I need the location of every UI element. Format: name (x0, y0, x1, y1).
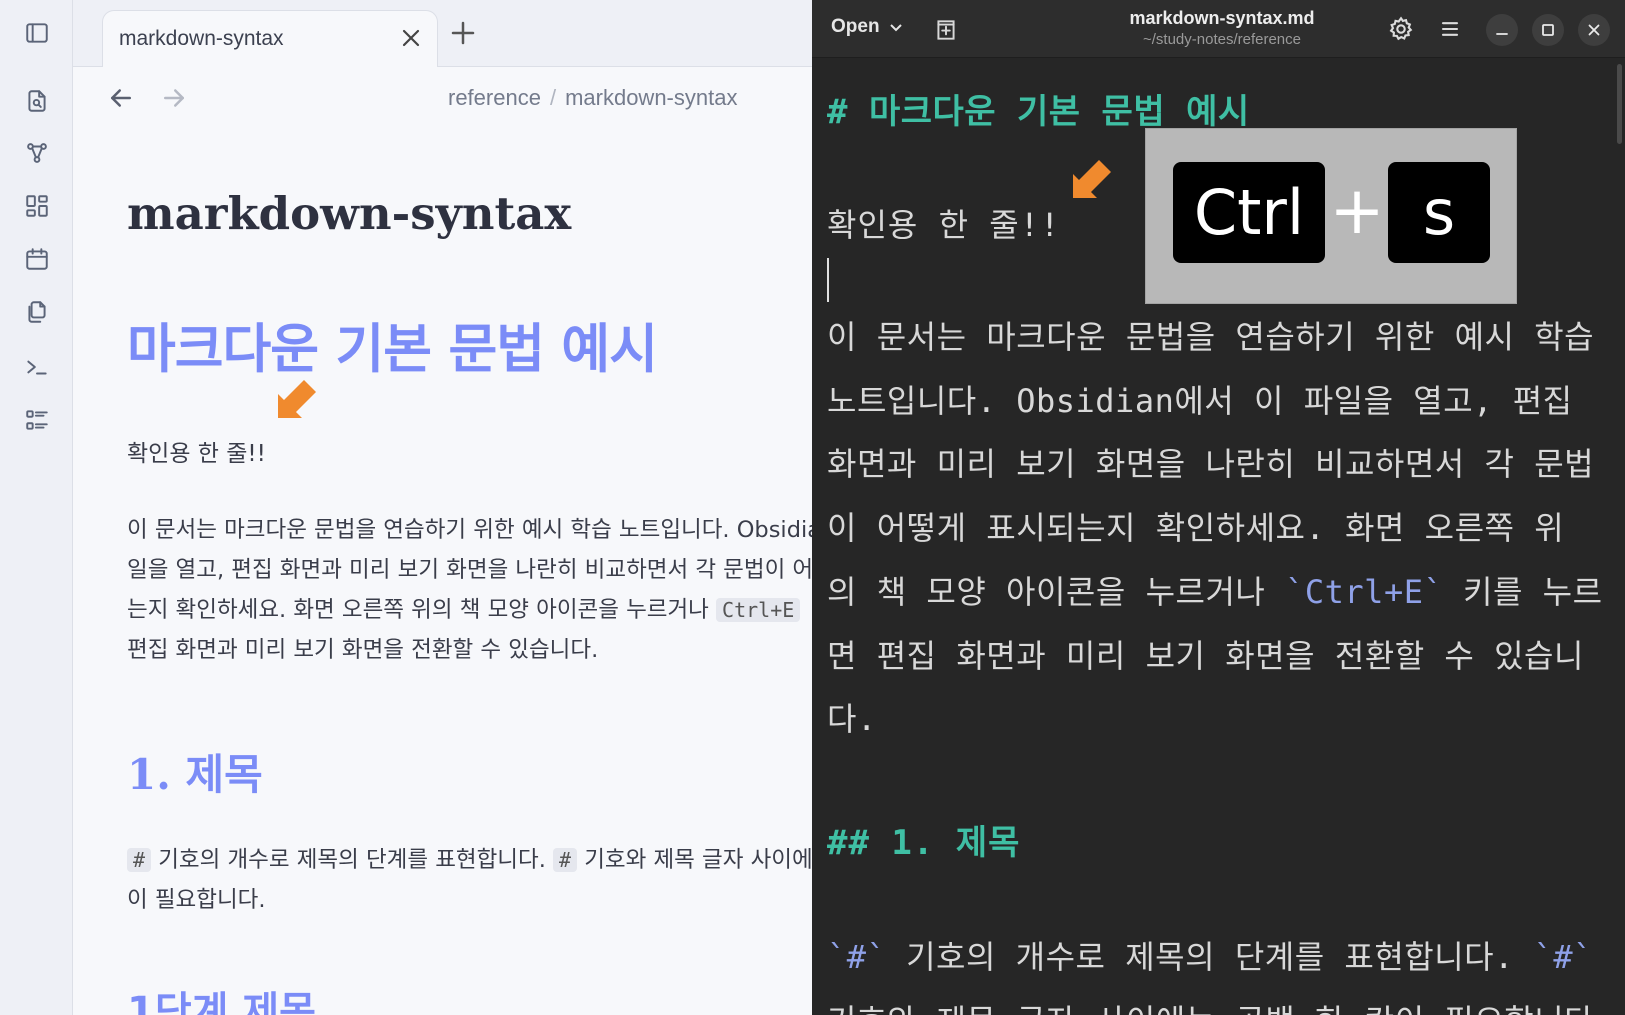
view-header: reference / markdown-syntax (73, 67, 812, 129)
open-button[interactable]: Open (831, 16, 904, 38)
open-button-label: Open (831, 16, 880, 37)
obsidian-window: markdown-syntax reference / markdown-synta… (0, 0, 812, 1015)
tab-markdown-syntax[interactable]: markdown-syntax (102, 10, 438, 68)
pointer-arrow-icon (1073, 160, 1111, 198)
file-search-icon[interactable] (22, 86, 52, 116)
maximize-button[interactable] (1532, 14, 1564, 46)
editor-titlebar: Open markdown-syntax.md ~/study-notes/re… (812, 0, 1625, 58)
editor-intro-paragraph: 이 문서는 마크다운 문법을 연습하기 위한 예시 학습 노트입니다. Obsi… (827, 306, 1617, 752)
intro-line-text: 는지 확인하세요. 화면 오른쪽 위의 책 모양 아이콘을 누르거나 (127, 597, 717, 623)
graph-icon[interactable] (22, 138, 52, 168)
keyboard-shortcut-overlay: Ctrl + s (1145, 128, 1517, 304)
check-line: 확인용 한 줄!! (127, 441, 266, 467)
settings-gear-icon[interactable] (1387, 15, 1415, 43)
tab-label: markdown-syntax (119, 27, 284, 50)
inline-code: # (127, 848, 152, 872)
chevron-down-icon (889, 24, 902, 32)
forward-arrow-icon[interactable] (159, 83, 189, 113)
editor-filename: markdown-syntax.md (1129, 8, 1315, 28)
editor-line: 노트입니다. Obsidian에서 이 파일을 열고, 편집 (827, 381, 1573, 420)
tab-bar: markdown-syntax (73, 0, 812, 68)
heading-para-text: 기호와 제목 글자 사이에는 공백 한 칸 (584, 847, 812, 873)
inline-code: # (553, 848, 578, 872)
new-tab-plus-icon[interactable] (448, 18, 478, 48)
sidebar-toggle-icon[interactable] (22, 18, 52, 48)
breadcrumb-folder[interactable]: reference (448, 85, 541, 110)
editor-line: 화면과 미리 보기 화면을 나란히 비교하면서 각 문법 (827, 445, 1595, 484)
editor-heading-paragraph: `#` 기호의 개수로 제목의 단계를 표현합니다. `#` 기호와 제목 글자… (827, 926, 1617, 1015)
back-arrow-icon[interactable] (106, 83, 136, 113)
breadcrumb: reference / markdown-syntax (448, 85, 737, 111)
heading-para-line: 이 필요합니다. (127, 887, 266, 913)
heading-paragraph: # 기호의 개수로 제목의 단계를 표현합니다. # 기호와 제목 글자 사이에… (127, 840, 812, 920)
pointer-arrow-icon (278, 380, 316, 418)
note-title[interactable]: markdown-syntax (127, 187, 571, 240)
reading-view: markdown-syntax 마크다운 기본 문법 예시 확인용 한 줄!! … (73, 129, 812, 1015)
close-window-button[interactable] (1578, 14, 1610, 46)
plus-sign: + (1329, 171, 1385, 249)
new-document-icon[interactable] (933, 17, 959, 43)
editor-heading-1: # 마크다운 기본 문법 예시 (827, 92, 1250, 132)
editor-line: `#` 기호의 개수로 제목의 단계를 표현합니다. `#` (827, 926, 1617, 990)
intro-line: 일을 열고, 편집 화면과 미리 보기 화면을 나란히 비교하면서 각 문법이 … (127, 557, 812, 583)
editor-scrollbar[interactable] (1617, 64, 1622, 144)
heading-1: 마크다운 기본 문법 예시 (127, 319, 658, 380)
editor-line: 기호와 제목 글자 사이에는 공백 한 칸이 필요합니다. (827, 990, 1617, 1015)
close-icon[interactable] (399, 26, 423, 50)
editor-check-line: 확인용 한 줄!! (827, 206, 1061, 244)
ctrl-key: Ctrl (1173, 162, 1325, 263)
intro-line: 이 문서는 마크다운 문법을 연습하기 위한 예시 학습 노트입니다. Obsi… (127, 517, 812, 543)
editor-inline-code: `#` (827, 938, 887, 976)
editor-line-text: 기호의 개수로 제목의 단계를 표현합니다. (886, 938, 1534, 976)
breadcrumb-separator: / (549, 85, 557, 110)
editor-line: 면 편집 화면과 미리 보기 화면을 전환할 수 있습니 (827, 636, 1584, 675)
editor-inline-code: `#` (1533, 938, 1593, 976)
intro-line: 는지 확인하세요. 화면 오른쪽 위의 책 모양 아이콘을 누르거나 Ctrl+… (127, 590, 812, 630)
heading-2: 1. 제목 (127, 750, 263, 799)
inline-code: Ctrl+E (716, 598, 801, 622)
terminal-icon[interactable] (22, 352, 52, 382)
intro-paragraph: 이 문서는 마크다운 문법을 연습하기 위한 예시 학습 노트입니다. Obsi… (127, 510, 812, 670)
editor-inline-code: `Ctrl+E` (1285, 572, 1444, 611)
editor-line-text: 의 책 모양 아이콘을 누르거나 (827, 572, 1286, 611)
editor-title: markdown-syntax.md ~/study-notes/referen… (1012, 8, 1432, 48)
editor-path: ~/study-notes/reference (1142, 31, 1301, 48)
editor-line: 이 어떻게 표시되는지 확인하세요. 화면 오른쪽 위 (827, 509, 1565, 548)
editor-line-text: 키를 누르 (1443, 572, 1603, 611)
intro-line: 편집 화면과 미리 보기 화면을 전환할 수 있습니다. (127, 637, 599, 663)
minimize-button[interactable] (1486, 14, 1518, 46)
heading-para-line: # 기호의 개수로 제목의 단계를 표현합니다. # 기호와 제목 글자 사이에… (127, 840, 812, 880)
editor-heading-2: ## 1. 제목 (827, 823, 1021, 863)
editor-line: 다. (827, 700, 877, 739)
dashboard-icon[interactable] (22, 191, 52, 221)
left-ribbon (0, 0, 73, 1015)
s-key: s (1388, 162, 1490, 263)
heading-para-text: 기호의 개수로 제목의 단계를 표현합니다. (151, 847, 554, 873)
copy-icon[interactable] (22, 297, 52, 327)
editor-line: 이 문서는 마크다운 문법을 연습하기 위한 예시 학습 (827, 318, 1595, 356)
calendar-icon[interactable] (22, 244, 52, 274)
hamburger-menu-icon[interactable] (1436, 15, 1464, 43)
text-cursor (827, 258, 829, 302)
list-icon[interactable] (22, 405, 52, 435)
breadcrumb-note[interactable]: markdown-syntax (565, 85, 737, 110)
editor-line: 의 책 모양 아이콘을 누르거나 `Ctrl+E` 키를 누르 (827, 561, 1617, 625)
heading-3: 1단계 제목 (127, 989, 316, 1015)
